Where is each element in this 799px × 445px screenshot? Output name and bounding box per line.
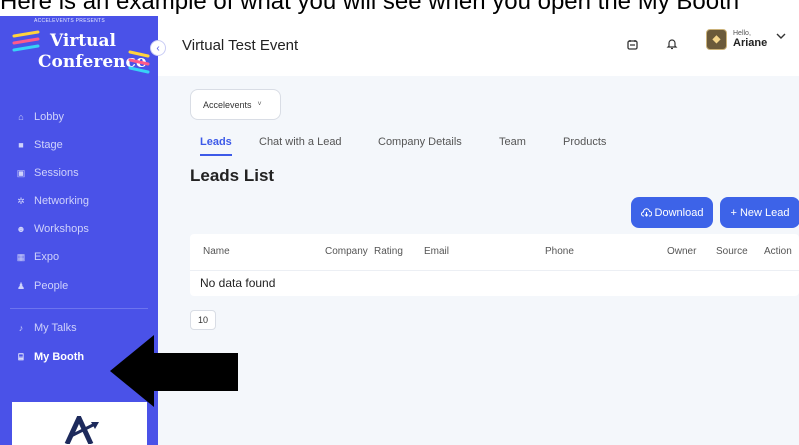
bell-icon[interactable]	[662, 34, 682, 54]
brand-pre-text: ACCELEVENTS PRESENTS	[34, 18, 106, 24]
sidebar-item-label: Lobby	[34, 111, 64, 123]
sidebar-item-label: Workshops	[34, 223, 89, 235]
company-select[interactable]: Accelevents ˅	[190, 89, 281, 120]
sponsor-logo-icon	[64, 416, 99, 444]
table-divider	[190, 270, 799, 271]
sponsor-logo-card[interactable]	[12, 402, 147, 445]
column-header-company[interactable]: Company	[325, 246, 368, 257]
greeting-text: Hello,	[733, 30, 751, 37]
new-lead-button-label: + New Lead	[730, 206, 790, 219]
column-header-email[interactable]: Email	[424, 246, 449, 257]
chevron-left-icon: ‹	[156, 42, 160, 54]
tab-chat-with-a-lead[interactable]: Chat with a Lead	[259, 136, 342, 156]
page-title: Leads List	[190, 166, 275, 185]
column-header-rating[interactable]: Rating	[374, 246, 403, 257]
sidebar-item-label: Expo	[34, 251, 60, 263]
tab-products[interactable]: Products	[563, 136, 606, 156]
sidebar-item-expo[interactable]: ▦ Expo	[0, 246, 158, 268]
new-lead-button[interactable]: + New Lead	[720, 197, 799, 228]
sidebar-collapse-button[interactable]: ‹	[150, 40, 166, 56]
column-header-phone[interactable]: Phone	[545, 246, 574, 257]
brand-stripes-right-icon	[128, 50, 150, 74]
event-title: Virtual Test Event	[182, 37, 299, 54]
tab-team[interactable]: Team	[499, 136, 526, 156]
sidebar-item-stage[interactable]: ■ Stage	[0, 134, 158, 156]
person-icon: ♟	[16, 280, 26, 291]
sidebar-item-label: Sessions	[34, 167, 79, 179]
sidebar-item-networking[interactable]: ✲ Networking	[0, 190, 158, 212]
avatar[interactable]: ◆	[706, 29, 727, 50]
download-button-label: Download	[654, 206, 704, 219]
sidebar-item-label: Networking	[34, 195, 90, 207]
sidebar-item-workshops[interactable]: ☻ Workshops	[0, 218, 158, 240]
main-area: Virtual Test Event ◆ Hello, Ariane Accel…	[158, 16, 799, 445]
sidebar-divider	[10, 308, 148, 309]
home-icon: ⌂	[18, 112, 24, 122]
tab-leads[interactable]: Leads	[200, 136, 232, 156]
chevron-down-icon[interactable]	[776, 32, 786, 43]
brand-title-line1: Virtual	[50, 31, 116, 51]
sidebar-item-sessions[interactable]: ▣ Sessions	[0, 162, 158, 184]
calendar-icon: ▣	[16, 167, 26, 178]
avatar-emblem-icon: ◆	[712, 34, 721, 45]
download-button[interactable]: Download	[631, 197, 713, 228]
sidebar-item-label: My Talks	[34, 322, 77, 334]
sidebar-item-people[interactable]: ♟ People	[0, 275, 158, 297]
sidebar-item-lobby[interactable]: ⌂ Lobby	[0, 106, 158, 128]
user-name[interactable]: Ariane	[733, 37, 767, 49]
column-header-owner[interactable]: Owner	[667, 246, 696, 257]
sidebar-item-label: People	[34, 280, 69, 292]
network-icon: ✲	[17, 195, 25, 206]
sidebar-item-label: My Booth	[34, 351, 85, 363]
chevron-down-icon: ˅	[257, 101, 262, 108]
tab-company-details[interactable]: Company Details	[378, 136, 462, 156]
video-icon: ■	[18, 140, 24, 150]
empty-state-text: No data found	[200, 276, 276, 290]
column-header-name[interactable]: Name	[203, 246, 230, 257]
booth-icon: ⌸	[18, 351, 24, 362]
sidebar-item-label: Stage	[34, 139, 63, 151]
cloud-download-icon	[640, 208, 652, 217]
column-header-action[interactable]: Action	[764, 246, 792, 257]
caption-text: Here is an example of what you will see …	[0, 0, 740, 15]
page-size-select[interactable]: 10	[190, 310, 216, 330]
mic-icon: ♪	[18, 323, 24, 333]
annotation-arrow-icon	[110, 335, 238, 407]
leads-table: Name Company Rating Email Phone Owner So…	[190, 234, 799, 296]
grid-icon: ▦	[16, 251, 26, 262]
screenshot-root: Here is an example of what you will see …	[0, 0, 799, 445]
company-select-value: Accelevents	[203, 99, 252, 110]
people-icon: ☻	[16, 224, 26, 234]
top-bar: Virtual Test Event ◆ Hello, Ariane	[158, 16, 799, 76]
calendar-icon[interactable]	[622, 34, 642, 54]
column-header-source[interactable]: Source	[716, 246, 748, 257]
